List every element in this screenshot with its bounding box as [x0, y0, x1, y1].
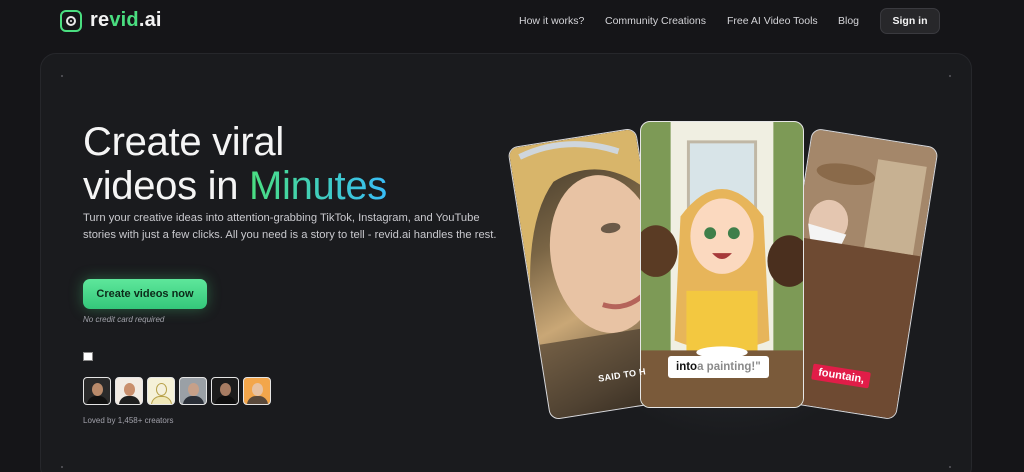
hero-title-accent: Minutes — [249, 164, 387, 208]
avatar — [147, 377, 175, 405]
top-nav: revid.ai How it works? Community Creatio… — [0, 0, 1024, 42]
avatar — [243, 377, 271, 405]
avatar — [115, 377, 143, 405]
nav-link-free-ai-video-tools[interactable]: Free AI Video Tools — [727, 15, 818, 27]
create-videos-button[interactable]: Create videos now — [83, 279, 207, 309]
center-card-caption: into a painting!" — [668, 356, 769, 378]
no-credit-card-note: No credit card required — [83, 315, 165, 324]
creator-avatars — [83, 377, 271, 405]
logo-text: revid.ai — [90, 9, 162, 31]
avatar — [83, 377, 111, 405]
avatar — [179, 377, 207, 405]
loved-by-count: Loved by 1,458+ creators — [83, 416, 174, 425]
nav-link-community-creations[interactable]: Community Creations — [605, 15, 706, 27]
avatar — [211, 377, 239, 405]
hero-subtitle: Turn your creative ideas into attention-… — [83, 212, 497, 241]
hero-title: Create viral videos in Minutes — [83, 120, 387, 208]
sign-in-button[interactable]: Sign in — [880, 8, 940, 34]
logo[interactable]: revid.ai — [60, 9, 162, 32]
broken-image-icon — [83, 352, 93, 361]
nav-link-blog[interactable]: Blog — [838, 15, 859, 27]
logo-icon — [60, 9, 82, 32]
nav-link-how-it-works[interactable]: How it works? — [519, 15, 584, 27]
